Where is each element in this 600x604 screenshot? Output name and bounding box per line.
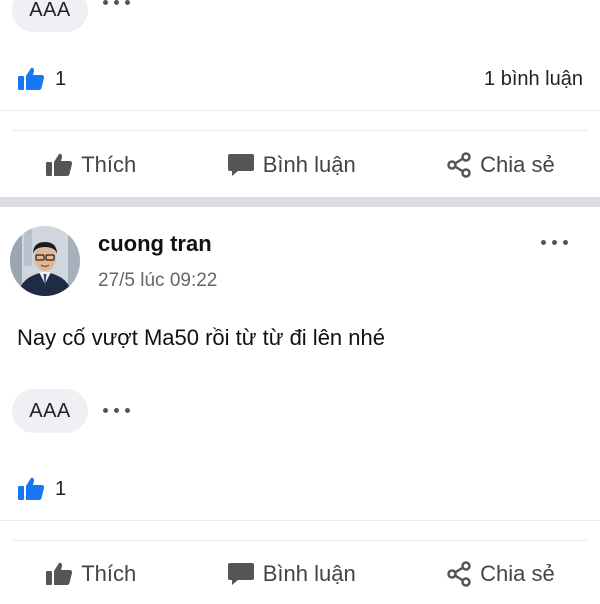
thumbs-up-icon <box>18 477 45 500</box>
share-icon <box>447 561 471 587</box>
share-label: Chia sẻ <box>480 152 555 177</box>
comment-icon <box>227 154 254 176</box>
post2-action-bar: Thích Bình luận Chia sẻ <box>0 544 600 604</box>
post1-tag-more-icon[interactable] <box>103 0 130 5</box>
post-timestamp[interactable]: 27/5 lúc 09:22 <box>98 270 217 292</box>
post1-like-button[interactable]: Thích <box>45 152 136 178</box>
post2-more-icon[interactable] <box>541 240 568 245</box>
post2-tag-more-icon[interactable] <box>103 408 130 413</box>
post1-comment-button[interactable]: Bình luận <box>227 152 356 178</box>
post2-actions-top-divider <box>12 540 588 541</box>
post-content: Nay cố vượt Ma50 rồi từ từ đi lên nhé <box>17 325 385 350</box>
avatar[interactable] <box>10 226 80 296</box>
post2-like-button[interactable]: Thích <box>45 561 136 587</box>
comment-label: Bình luận <box>262 152 356 177</box>
thumbs-up-icon <box>18 67 45 90</box>
post1-tag-chip[interactable]: AAA <box>12 0 88 32</box>
author-name[interactable]: cuong tran <box>98 231 212 257</box>
thumbs-up-icon <box>46 562 73 585</box>
like-label: Thích <box>81 561 137 586</box>
post2-comment-button[interactable]: Bình luận <box>227 561 356 587</box>
post2-like-summary[interactable]: 1 <box>17 476 66 502</box>
avatar-image <box>10 226 80 296</box>
post1-tag-label: AAA <box>29 0 71 21</box>
post1-comment-count[interactable]: 1 bình luận <box>484 68 583 91</box>
post1-share-button[interactable]: Chia sẻ <box>446 152 555 178</box>
post1-like-count: 1 <box>55 67 67 90</box>
post2-like-count: 1 <box>55 477 67 500</box>
like-label: Thích <box>81 152 137 177</box>
comment-label: Bình luận <box>262 561 356 586</box>
comment-icon <box>227 563 254 585</box>
post1-like-summary[interactable]: 1 <box>17 66 66 92</box>
post1-divider <box>0 110 600 111</box>
post1-action-bar: Thích Bình luận Chia sẻ <box>0 135 600 195</box>
post2-divider <box>0 520 600 521</box>
post2-tag-chip[interactable]: AAA <box>12 389 88 433</box>
post-separator <box>0 197 600 207</box>
share-icon <box>447 152 471 178</box>
post1-actions-top-divider <box>12 130 588 131</box>
post2-share-button[interactable]: Chia sẻ <box>446 561 555 587</box>
share-label: Chia sẻ <box>480 561 555 586</box>
post2-tag-label: AAA <box>29 399 71 422</box>
thumbs-up-icon <box>46 153 73 176</box>
